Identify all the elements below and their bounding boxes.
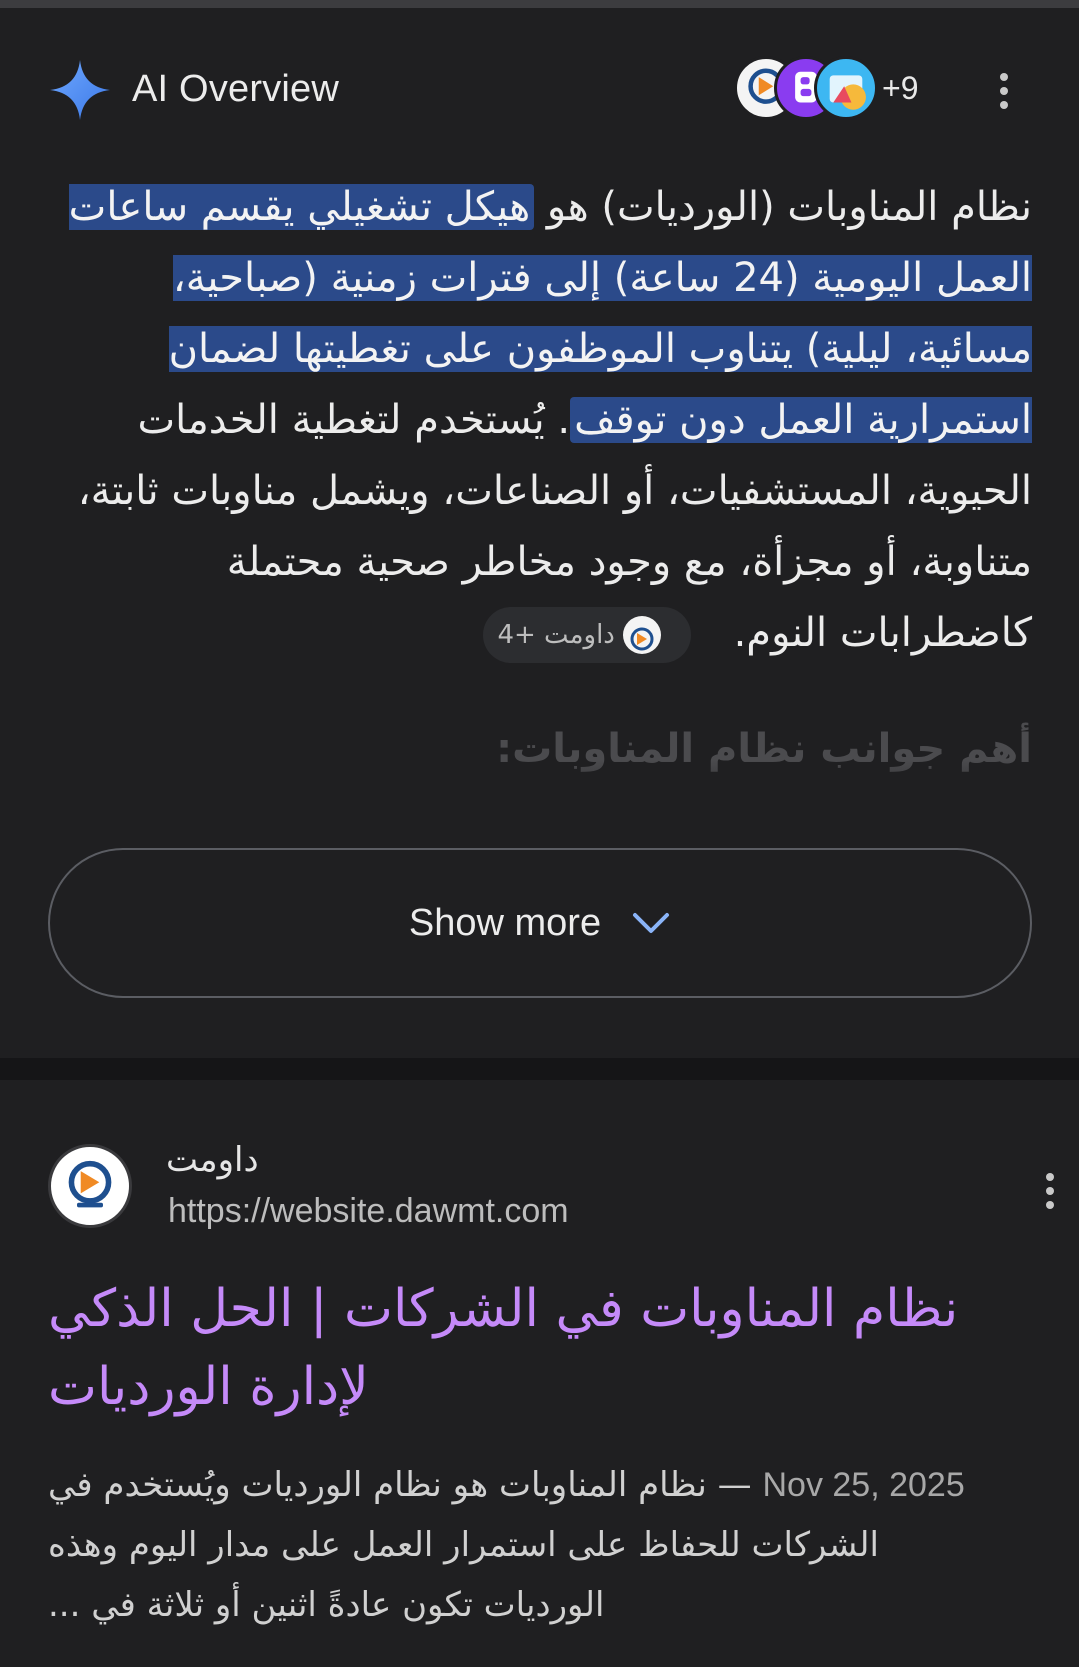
show-more-label: Show more xyxy=(408,901,602,944)
search-page: AI Overview +9 نظام المناوبات (الورديات)… xyxy=(0,0,1079,1667)
ai-overview-text: نظام المناوبات (الورديات) هو هيكل تشغيلي… xyxy=(60,172,1032,669)
sparkle-icon xyxy=(50,60,110,120)
citation-label: داومت +4 xyxy=(497,619,615,650)
site-logo xyxy=(622,616,661,654)
result-url[interactable]: https://website.dawmt.com xyxy=(168,1192,569,1231)
result-site-name[interactable]: داومت xyxy=(166,1140,259,1180)
fade-overlay xyxy=(0,760,1079,820)
more-vert-icon[interactable] xyxy=(1040,1170,1060,1214)
overview-text-plain: نظام المناوبات (الورديات) هو xyxy=(534,184,1032,230)
citation-chip[interactable]: داومت +4 xyxy=(483,607,691,663)
show-more-button[interactable]: Show more xyxy=(48,848,1032,998)
top-divider xyxy=(0,0,1079,8)
source-favicon[interactable] xyxy=(814,56,878,120)
section-divider xyxy=(0,1058,1079,1080)
snippet-text: — نظام المناوبات هو نظام الورديات ويُستخ… xyxy=(48,1465,879,1625)
more-vert-icon[interactable] xyxy=(994,70,1014,114)
more-sources-count[interactable]: +9 xyxy=(882,70,918,107)
ai-overview-header: AI Overview +9 xyxy=(48,56,1038,126)
source-favicons[interactable]: +9 xyxy=(734,56,934,120)
result-title-link[interactable]: نظام المناوبات في الشركات | الحل الذكي ل… xyxy=(48,1270,978,1426)
result-date: Nov 25, 2025 xyxy=(762,1466,965,1504)
chevron-down-icon xyxy=(633,913,670,933)
result-snippet: Nov 25, 2025 — نظام المناوبات هو نظام ال… xyxy=(48,1455,1008,1635)
ai-overview-title: AI Overview xyxy=(132,68,340,110)
site-logo[interactable] xyxy=(48,1144,132,1228)
